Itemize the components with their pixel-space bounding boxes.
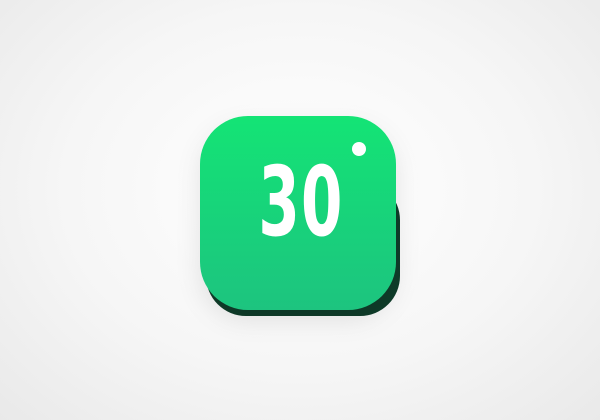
app-icon-number: 30	[258, 146, 344, 258]
dot-icon	[352, 142, 366, 156]
app-icon-container[interactable]: 30	[200, 116, 400, 316]
app-icon[interactable]: 30	[200, 116, 396, 310]
